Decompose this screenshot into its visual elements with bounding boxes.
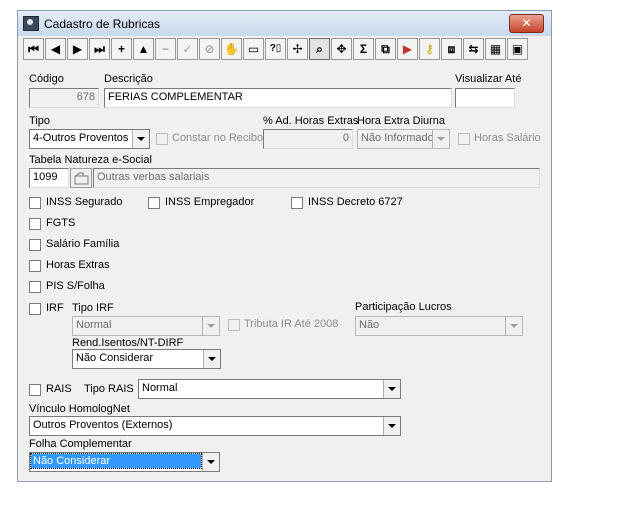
navigator-toolbar: ⏮ ◀ ▶ ⏭ + ▲ − ✓ ⊘ ✋ ▭ ?▯ ✢ ⌕ ✥ Σ ⧉ ▶ ⚷ ⧈… xyxy=(23,38,546,61)
horas-extras-checkbox[interactable] xyxy=(29,260,41,272)
hora-diurna-label: Hora Extra Diurna xyxy=(357,115,446,127)
tributa-label: Tributa IR Até 2008 xyxy=(244,318,339,330)
help-query-icon[interactable]: ?▯ xyxy=(265,38,286,60)
pis-checkbox[interactable] xyxy=(29,281,41,293)
prior-record-button[interactable]: ◀ xyxy=(45,38,66,60)
close-button[interactable]: ✕ xyxy=(509,14,544,33)
key-icon[interactable]: ⚷ xyxy=(419,38,440,60)
chevron-down-icon[interactable] xyxy=(383,417,400,435)
cancel-edit-button[interactable]: ⊘ xyxy=(199,38,220,60)
hora-diurna-select[interactable]: Não Informado xyxy=(357,129,450,149)
edit-record-button[interactable]: ▲ xyxy=(133,38,154,60)
insert-record-button[interactable]: + xyxy=(111,38,132,60)
inss-empregador-label: INSS Empregador xyxy=(165,196,255,208)
export-icon[interactable]: ▶ xyxy=(397,38,418,60)
filter-icon[interactable]: ✥ xyxy=(331,38,352,60)
chevron-down-icon[interactable] xyxy=(202,453,219,471)
tipo-rais-select[interactable]: Normal xyxy=(138,379,401,399)
participacao-label: Participação Lucros xyxy=(355,301,452,313)
codigo-label: Código xyxy=(29,73,64,85)
natureza-code-field[interactable]: 1099 xyxy=(29,168,69,188)
folder-icon[interactable]: ▭ xyxy=(243,38,264,60)
tools-icon[interactable]: ✢ xyxy=(287,38,308,60)
horas-extras-label: Horas Extras xyxy=(46,259,110,271)
visualizar-field[interactable] xyxy=(455,88,515,108)
chevron-down-icon[interactable] xyxy=(505,317,522,335)
copy-icon[interactable]: ⧉ xyxy=(375,38,396,60)
tipo-irf-label: Tipo IRF xyxy=(72,302,114,314)
salario-familia-checkbox[interactable] xyxy=(29,239,41,251)
tipo-label: Tipo xyxy=(29,115,50,127)
stop-icon[interactable]: ▣ xyxy=(507,38,528,60)
last-record-button[interactable]: ⏭ xyxy=(89,38,110,60)
hand-icon[interactable]: ✋ xyxy=(221,38,242,60)
chevron-down-icon[interactable] xyxy=(383,380,400,398)
chevron-down-icon[interactable] xyxy=(203,350,220,368)
transfer-icon[interactable]: ⇆ xyxy=(463,38,484,60)
chevron-down-icon[interactable] xyxy=(432,130,449,148)
inss-decreto-label: INSS Decreto 6727 xyxy=(308,196,403,208)
folha-select[interactable]: Não Considerar xyxy=(29,452,220,472)
irf-label: IRF xyxy=(46,302,64,314)
inss-segurado-checkbox[interactable] xyxy=(29,197,41,209)
codigo-field: 678 xyxy=(29,88,99,108)
delete-record-button[interactable]: − xyxy=(155,38,176,60)
horas-salario-label: Horas Salário xyxy=(474,132,541,144)
natureza-desc-field: Outras verbas salariais xyxy=(93,168,540,188)
tipo-select[interactable]: 4-Outros Proventos xyxy=(29,129,150,149)
folha-label: Folha Complementar xyxy=(29,438,132,450)
print-icon[interactable]: ⧈ xyxy=(441,38,462,60)
tipo-irf-select[interactable]: Normal xyxy=(72,316,220,336)
sum-icon[interactable]: Σ xyxy=(353,38,374,60)
title-bar[interactable]: Cadastro de Rubricas ✕ xyxy=(18,11,551,36)
next-record-button[interactable]: ▶ xyxy=(67,38,88,60)
descricao-label: Descrição xyxy=(104,73,153,85)
ad-horas-field: 0 xyxy=(263,129,353,149)
calendar-icon[interactable]: ▦ xyxy=(485,38,506,60)
natureza-label: Tabela Natureza e-Social xyxy=(29,154,152,166)
rubricas-window: Cadastro de Rubricas ✕ ⏮ ◀ ▶ ⏭ + ▲ − ✓ ⊘… xyxy=(17,10,552,482)
inss-decreto-checkbox[interactable] xyxy=(291,197,303,209)
tipo-rais-label: Tipo RAIS xyxy=(84,383,134,395)
chevron-down-icon[interactable] xyxy=(132,130,149,148)
inss-empregador-checkbox[interactable] xyxy=(148,197,160,209)
search-icon[interactable]: ⌕ xyxy=(309,38,330,60)
app-icon xyxy=(23,16,39,31)
constar-label: Constar no Recibo xyxy=(172,132,264,144)
window-title: Cadastro de Rubricas xyxy=(44,17,161,31)
participacao-select[interactable]: Não xyxy=(355,316,523,336)
pis-label: PIS S/Folha xyxy=(46,280,105,292)
ad-horas-label: % Ad. Horas Extras xyxy=(263,115,359,127)
vinculo-label: Vínculo HomologNet xyxy=(29,403,130,415)
inss-segurado-label: INSS Segurado xyxy=(46,196,123,208)
rend-label: Rend.Isentos/NT-DIRF xyxy=(72,337,184,349)
folder-hand-icon xyxy=(74,172,89,185)
rend-select[interactable]: Não Considerar xyxy=(72,349,221,369)
vinculo-select[interactable]: Outros Proventos (Externos) xyxy=(29,416,401,436)
horas-salario-checkbox[interactable] xyxy=(458,133,470,145)
tributa-checkbox[interactable] xyxy=(228,319,240,331)
fgts-label: FGTS xyxy=(46,217,76,229)
irf-checkbox[interactable] xyxy=(29,303,41,315)
rais-checkbox[interactable] xyxy=(29,384,41,396)
chevron-down-icon[interactable] xyxy=(202,317,219,335)
lookup-button[interactable] xyxy=(70,168,92,188)
descricao-field[interactable]: FERIAS COMPLEMENTAR xyxy=(104,88,452,108)
first-record-button[interactable]: ⏮ xyxy=(23,38,44,60)
post-record-button[interactable]: ✓ xyxy=(177,38,198,60)
salario-familia-label: Salário Família xyxy=(46,238,120,250)
constar-checkbox[interactable] xyxy=(156,133,168,145)
fgts-checkbox[interactable] xyxy=(29,218,41,230)
rais-label: RAIS xyxy=(46,383,72,395)
visualizar-label: Visualizar Até xyxy=(455,73,522,85)
